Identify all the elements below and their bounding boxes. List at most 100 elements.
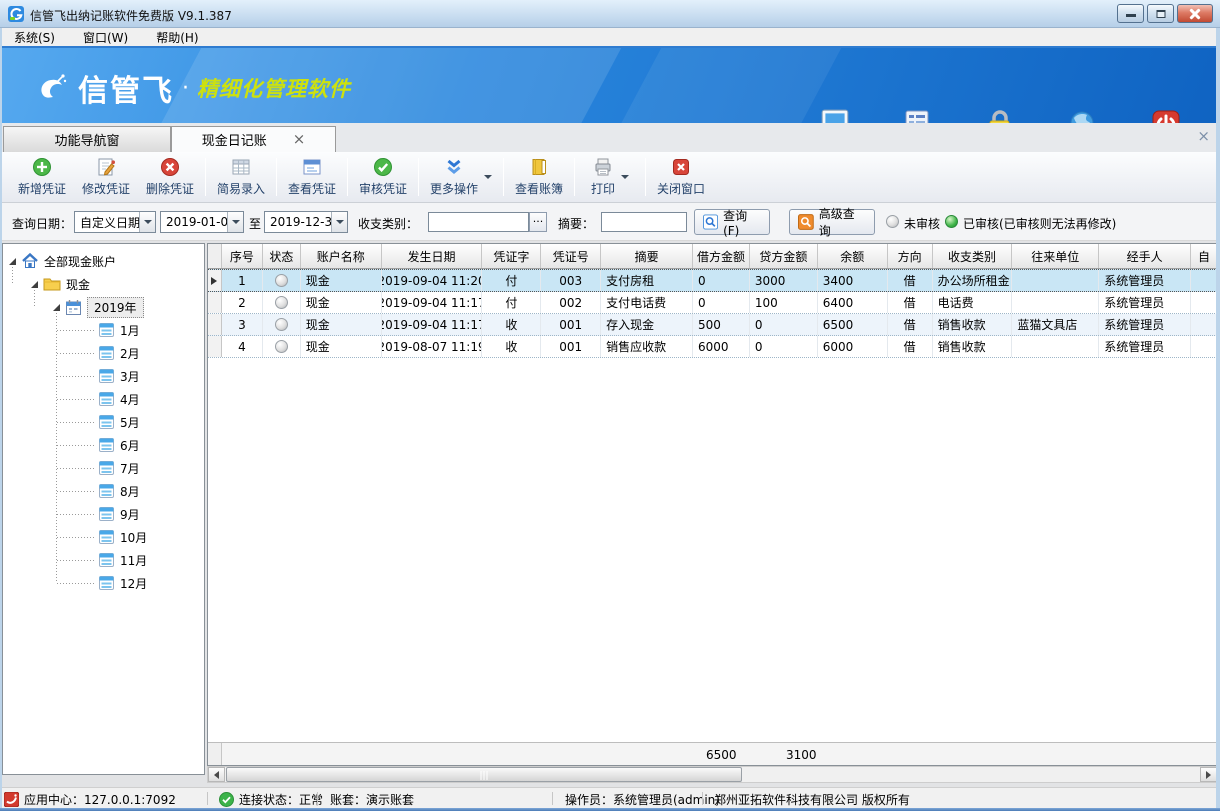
tree-item-cash-account[interactable]: 现金 xyxy=(31,273,90,295)
delete-voucher-button[interactable]: 删除凭证 xyxy=(138,152,202,202)
tree-item-month-12[interactable]: 12月 xyxy=(98,572,147,594)
view-ledger-button[interactable]: 查看账簿 xyxy=(507,152,571,202)
connected-icon xyxy=(219,792,234,807)
scroll-left-button[interactable] xyxy=(208,767,225,782)
month-icon xyxy=(98,368,115,384)
date-to-select[interactable]: 2019-12-31 xyxy=(264,211,348,233)
banner-action-nav[interactable]: 功能导航窗 xyxy=(795,103,875,123)
banner-action-password[interactable]: 修改密码 xyxy=(960,103,1040,123)
tree-item-month-2[interactable]: 2月 xyxy=(98,342,140,364)
table-row[interactable]: 2 现金 2019-09-04 11:17 付 002 支付电话费 0 100 … xyxy=(208,292,1217,314)
toolbar-separator xyxy=(276,158,277,196)
edit-voucher-button[interactable]: 修改凭证 xyxy=(74,152,138,202)
col-header-credit[interactable]: 贷方金额 xyxy=(750,244,818,268)
summary-input[interactable] xyxy=(601,212,687,232)
tree-item-month-6[interactable]: 6月 xyxy=(98,434,140,456)
menu-help[interactable]: 帮助(H) xyxy=(142,29,212,46)
minimize-button[interactable] xyxy=(1117,4,1144,23)
col-header-direction[interactable]: 方向 xyxy=(888,244,933,268)
col-header-counterparty[interactable]: 往来单位 xyxy=(1012,244,1099,268)
query-bar: 查询日期： 自定义日期 2019-01-01 至 2019-12-31 收支类别… xyxy=(0,203,1220,241)
col-header-category[interactable]: 收支类别 xyxy=(933,244,1013,268)
audit-voucher-button[interactable]: 审核凭证 xyxy=(351,152,415,202)
date-mode-select[interactable]: 自定义日期 xyxy=(74,211,156,233)
search-icon xyxy=(703,214,718,230)
tree-item-month-9[interactable]: 9月 xyxy=(98,503,140,525)
advanced-search-button[interactable]: 高级查询 xyxy=(789,209,875,235)
to-label: 至 xyxy=(249,215,261,232)
scroll-right-button[interactable] xyxy=(1200,767,1217,782)
dropdown-caret-icon[interactable] xyxy=(484,175,492,179)
print-button[interactable]: 打印 xyxy=(578,152,642,202)
tree-item-month-7[interactable]: 7月 xyxy=(98,457,140,479)
col-header-balance[interactable]: 余额 xyxy=(818,244,888,268)
month-icon xyxy=(98,483,115,499)
folder-icon xyxy=(43,276,61,292)
add-voucher-button[interactable]: 新增凭证 xyxy=(10,152,74,202)
scrollbar-thumb[interactable] xyxy=(226,767,742,782)
tabstrip-close-icon[interactable]: × xyxy=(1197,129,1210,144)
col-header-status[interactable]: 状态 xyxy=(263,244,301,268)
category-lookup-button[interactable]: ··· xyxy=(529,212,547,232)
close-button[interactable] xyxy=(1177,4,1213,23)
col-header-custom[interactable]: 自 xyxy=(1191,244,1217,268)
tree-item-month-11[interactable]: 11月 xyxy=(98,549,147,571)
grid-icon xyxy=(231,157,251,177)
tab-strip: 功能导航窗 现金日记账 × × xyxy=(0,123,1220,152)
month-icon xyxy=(98,506,115,522)
category-input[interactable] xyxy=(428,212,529,232)
table-row[interactable]: 4 现金 2019-08-07 11:19 收 001 销售应收款 6000 0… xyxy=(208,336,1217,358)
col-header-indicator xyxy=(208,244,222,268)
tab-nav-window[interactable]: 功能导航窗 xyxy=(3,126,171,152)
arrow-left-icon xyxy=(214,771,219,779)
tree-item-month-3[interactable]: 3月 xyxy=(98,365,140,387)
credit-total: 3100 xyxy=(786,748,817,762)
col-header-voucher-word[interactable]: 凭证字 xyxy=(482,244,541,268)
expand-triangle-icon[interactable] xyxy=(53,304,60,311)
menu-window[interactable]: 窗口(W) xyxy=(69,29,142,46)
col-header-date[interactable]: 发生日期 xyxy=(382,244,483,268)
tree-item-month-8[interactable]: 8月 xyxy=(98,480,140,502)
close-window-button[interactable]: 关闭窗口 xyxy=(649,152,713,202)
col-header-debit[interactable]: 借方金额 xyxy=(693,244,750,268)
account-tree-panel: 全部现金账户 现金 2019年 1月 2月 3月 4月 5月 6月 7月 8月 … xyxy=(2,243,205,775)
table-row[interactable]: 3 现金 2019-09-04 11:17 收 001 存入现金 500 0 6… xyxy=(208,314,1217,336)
view-voucher-button[interactable]: 查看凭证 xyxy=(280,152,344,202)
col-header-voucher-no[interactable]: 凭证号 xyxy=(541,244,601,268)
tab-close-icon[interactable]: × xyxy=(293,132,306,147)
chevron-down-icon[interactable] xyxy=(331,212,347,232)
search-button[interactable]: 查询(F) xyxy=(694,209,770,235)
simple-entry-button[interactable]: 简易录入 xyxy=(209,152,273,202)
col-header-seq[interactable]: 序号 xyxy=(222,244,263,268)
tree-item-month-5[interactable]: 5月 xyxy=(98,411,140,433)
banner-action-exit[interactable]: 退出系统 xyxy=(1126,103,1206,123)
dropdown-caret-icon[interactable] xyxy=(621,175,629,179)
table-row[interactable]: 1 现金 2019-09-04 11:20 付 003 支付房租 0 3000 … xyxy=(208,269,1217,292)
chevron-down-icon[interactable] xyxy=(139,212,155,232)
banner-action-journal[interactable]: 日记账明细 xyxy=(877,103,957,123)
date-from-select[interactable]: 2019-01-01 xyxy=(160,211,244,233)
app-center-icon xyxy=(4,792,19,807)
tab-cash-journal[interactable]: 现金日记账 × xyxy=(171,126,336,152)
maximize-button[interactable] xyxy=(1147,4,1174,23)
month-icon xyxy=(98,437,115,453)
more-actions-button[interactable]: 更多操作 xyxy=(422,152,500,202)
expand-triangle-icon[interactable] xyxy=(9,258,16,265)
menu-system[interactable]: 系统(S) xyxy=(0,29,69,46)
brand: 信管飞 · 精细化管理软件 xyxy=(34,66,351,110)
tree-item-year-2019[interactable]: 2019年 xyxy=(53,296,144,318)
banner-action-user-center[interactable]: 用户中心 xyxy=(1043,103,1123,123)
col-header-summary[interactable]: 摘要 xyxy=(601,244,693,268)
expand-triangle-icon[interactable] xyxy=(31,281,38,288)
tree-item-root[interactable]: 全部现金账户 xyxy=(9,250,116,272)
unaudited-label: 未审核 xyxy=(904,215,940,232)
journal-icon xyxy=(877,103,957,123)
tree-item-month-4[interactable]: 4月 xyxy=(98,388,140,410)
col-header-account[interactable]: 账户名称 xyxy=(301,244,382,268)
status-unaudited-icon xyxy=(275,318,288,331)
chevron-down-icon[interactable] xyxy=(227,212,243,232)
tree-item-month-10[interactable]: 10月 xyxy=(98,526,147,548)
horizontal-scrollbar[interactable] xyxy=(207,766,1218,783)
col-header-handler[interactable]: 经手人 xyxy=(1099,244,1191,268)
tree-item-month-1[interactable]: 1月 xyxy=(98,319,140,341)
